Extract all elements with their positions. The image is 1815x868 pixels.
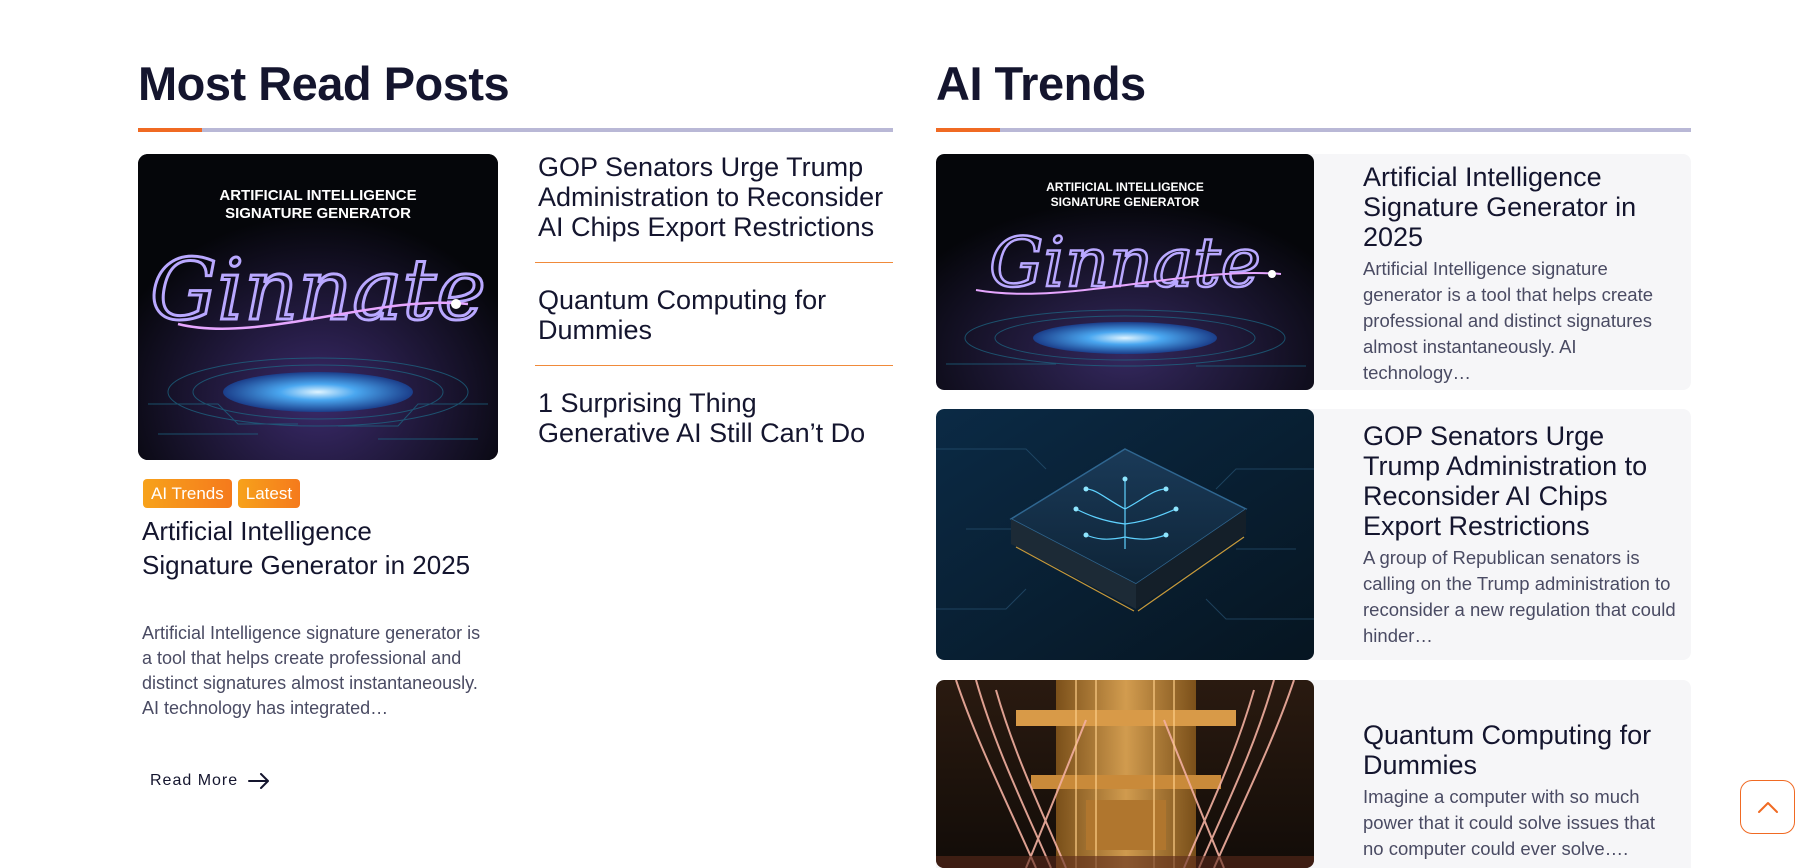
trend-card-image[interactable] (936, 680, 1314, 868)
featured-image-text-1: ARTIFICIAL INTELLIGENCE (219, 187, 416, 204)
most-read-heading: Most Read Posts (138, 57, 510, 110)
list-item: GOP Senators Urge Trump Administration t… (535, 152, 893, 263)
trend-card-title[interactable]: Quantum Computing for Dummies (1363, 720, 1679, 780)
most-read-link-generative-ai[interactable]: 1 Surprising Thing Generative AI Still C… (538, 388, 890, 448)
most-read-link-quantum-computing[interactable]: Quantum Computing for Dummies (538, 285, 890, 345)
trend-card-excerpt: Imagine a computer with so much power th… (1363, 786, 1656, 859)
tag-ai-trends[interactable]: AI Trends (143, 479, 232, 508)
trend-card-image[interactable] (936, 409, 1314, 660)
trend-card-title[interactable]: Artificial Intelligence Signature Genera… (1363, 162, 1679, 252)
most-read-heading-rule (138, 128, 893, 132)
trend-card-excerpt: A group of Republican senators is callin… (1363, 547, 1676, 646)
most-read-list: GOP Senators Urge Trump Administration t… (535, 152, 893, 490)
featured-post-image[interactable]: ARTIFICIAL INTELLIGENCE SIGNATURE GENERA… (138, 154, 498, 460)
trend-image-text-1: ARTIFICIAL INTELLIGENCE (1046, 180, 1204, 194)
most-read-link-gop-senators[interactable]: GOP Senators Urge Trump Administration t… (538, 152, 890, 242)
chevron-up-icon (1757, 802, 1778, 813)
ai-trends-heading-rule (936, 128, 1691, 132)
featured-image-text-2: SIGNATURE GENERATOR (225, 205, 411, 222)
featured-post-excerpt: Artificial Intelligence signature genera… (142, 623, 481, 718)
featured-post-title[interactable]: Artificial Intelligence Signature Genera… (142, 514, 482, 582)
list-item: Quantum Computing for Dummies (535, 285, 893, 366)
list-item: 1 Surprising Thing Generative AI Still C… (535, 388, 893, 468)
trend-card[interactable]: Quantum Computing for Dummies Imagine a … (936, 680, 1691, 868)
trend-card[interactable]: GOP Senators Urge Trump Administration t… (936, 409, 1691, 660)
featured-post-tags: AI Trends Latest (143, 479, 301, 508)
scroll-to-top-button[interactable] (1740, 780, 1795, 834)
read-more-label: Read More (150, 772, 239, 789)
trend-image-script: Ginnate (989, 224, 1261, 303)
featured-image-script: Ginnate (150, 241, 486, 339)
trend-card[interactable]: ARTIFICIAL INTELLIGENCE SIGNATURE GENERA… (936, 154, 1691, 390)
tag-latest[interactable]: Latest (237, 479, 301, 508)
trend-card-image[interactable]: ARTIFICIAL INTELLIGENCE SIGNATURE GENERA… (936, 154, 1314, 390)
read-more-link[interactable]: Read More (150, 772, 270, 790)
trend-image-text-2: SIGNATURE GENERATOR (1051, 195, 1200, 209)
trend-card-excerpt: Artificial Intelligence signature genera… (1363, 258, 1654, 383)
ai-trends-heading: AI Trends (936, 57, 1146, 110)
arrow-right-icon (248, 773, 270, 789)
trend-card-title[interactable]: GOP Senators Urge Trump Administration t… (1363, 421, 1679, 541)
